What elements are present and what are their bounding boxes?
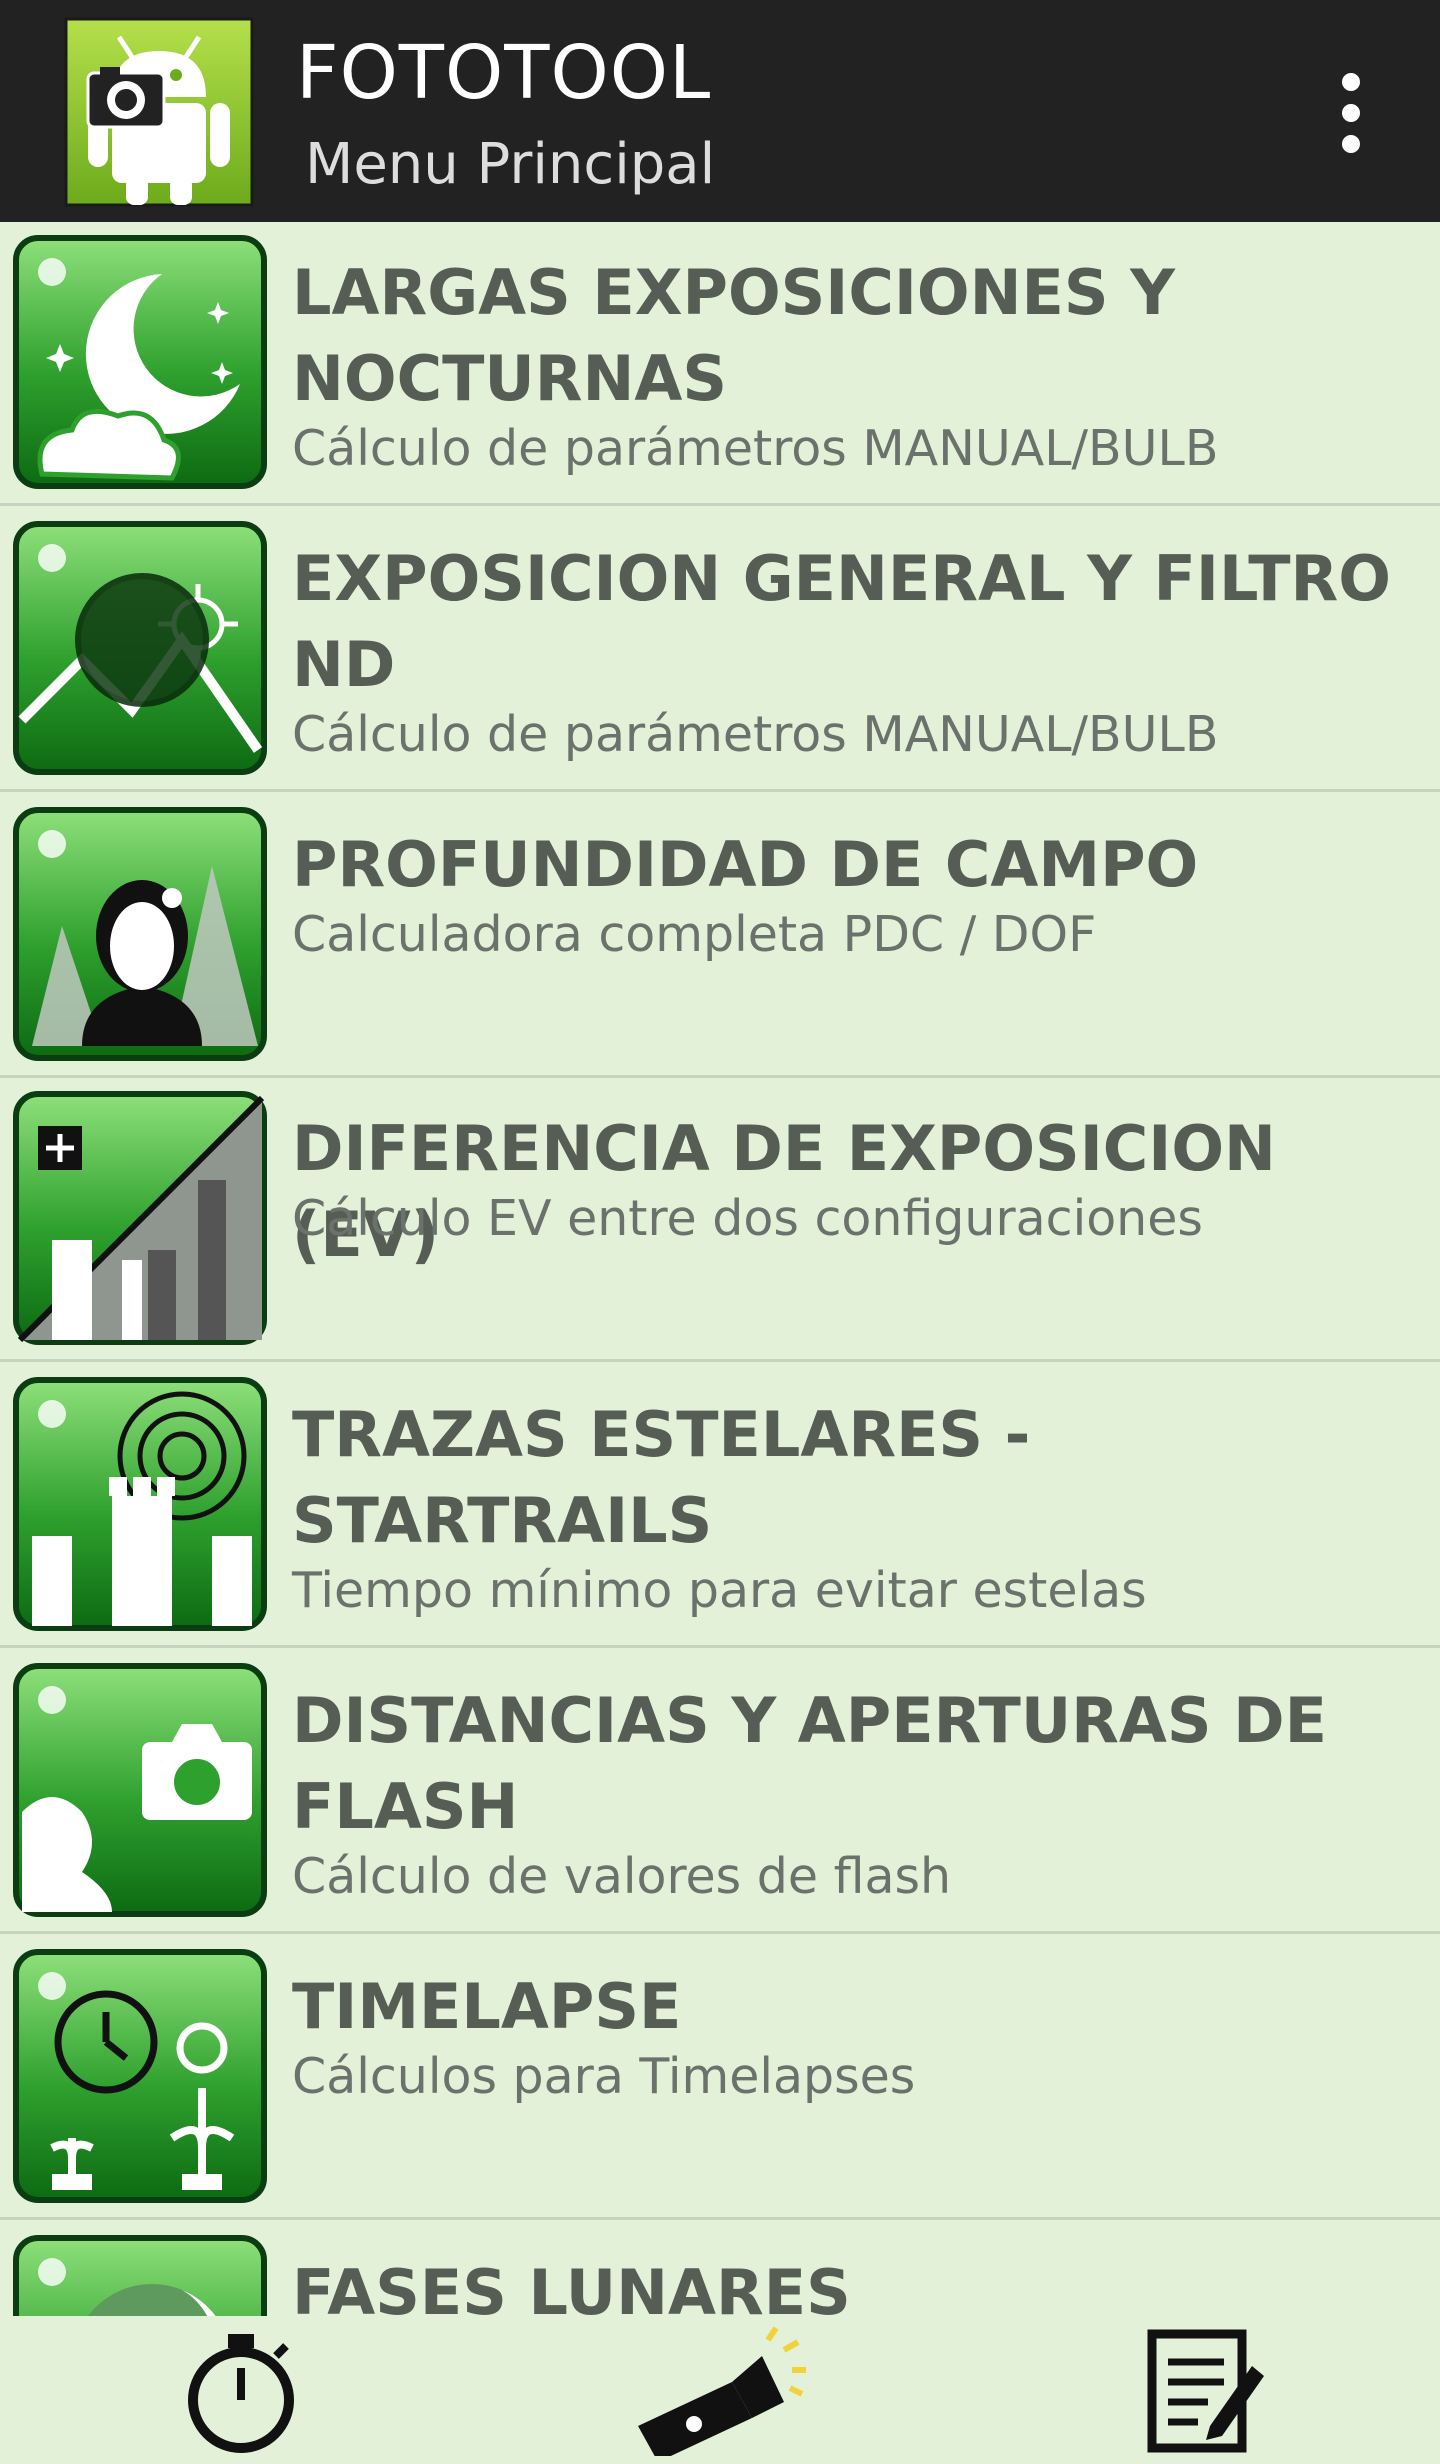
menu-item-title: PROFUNDIDAD DE CAMPO <box>292 828 1199 901</box>
menu-item-fases-lunares[interactable]: FASES LUNARES <box>0 2222 1440 2316</box>
menu-item-diferencia-exposicion[interactable]: DIFERENCIA DE EXPOSICION (EV) Cálculo EV… <box>0 1078 1440 1362</box>
menu-item-profundidad-campo[interactable]: PROFUNDIDAD DE CAMPO Calculadora complet… <box>0 794 1440 1078</box>
menu-item-subtitle: Cálculo de parámetros MANUAL/BULB <box>292 706 1219 763</box>
notes-icon[interactable] <box>1140 2326 1270 2456</box>
app-subtitle: Menu Principal <box>305 132 716 197</box>
menu-item-subtitle: Tiempo mínimo para evitar estelas <box>292 1562 1147 1619</box>
menu-item-largas-exposiciones[interactable]: LARGAS EXPOSICIONES Y NOCTURNAS Cálculo … <box>0 222 1440 506</box>
moon-phases-icon <box>13 2235 267 2316</box>
android-camera-icon[interactable] <box>64 17 254 207</box>
menu-list: LARGAS EXPOSICIONES Y NOCTURNAS Cálculo … <box>0 222 1440 2316</box>
menu-item-timelapse[interactable]: TIMELAPSE Cálculos para Timelapses <box>0 1936 1440 2220</box>
flashlight-icon[interactable] <box>632 2326 808 2456</box>
nd-filter-icon <box>13 521 267 775</box>
moon-night-icon <box>13 235 267 489</box>
menu-item-exposicion-general[interactable]: EXPOSICION GENERAL Y FILTRO ND Cálculo d… <box>0 508 1440 792</box>
menu-item-flash[interactable]: DISTANCIAS Y APERTURAS DE FLASH Cálculo … <box>0 1650 1440 1934</box>
star-trails-icon <box>13 1377 267 1631</box>
menu-item-title: LARGAS EXPOSICIONES Y NOCTURNAS <box>292 256 1176 415</box>
menu-item-title: EXPOSICION GENERAL Y FILTRO ND <box>292 542 1391 701</box>
menu-item-title: TIMELAPSE <box>292 1970 682 2043</box>
menu-item-title: DISTANCIAS Y APERTURAS DE FLASH <box>292 1684 1327 1843</box>
menu-item-title: TRAZAS ESTELARES - STARTRAILS <box>292 1398 1031 1557</box>
menu-item-trazas-estelares[interactable]: TRAZAS ESTELARES - STARTRAILS Tiempo mín… <box>0 1364 1440 1648</box>
app-bar: FOTOTOOL Menu Principal <box>0 0 1440 222</box>
menu-item-subtitle: Cálculo de valores de flash <box>292 1848 952 1905</box>
exposure-difference-icon <box>13 1091 267 1345</box>
overflow-menu-icon[interactable] <box>1320 70 1382 156</box>
flash-icon <box>13 1663 267 1917</box>
timelapse-icon <box>13 1949 267 2203</box>
menu-item-subtitle: Calculadora completa PDC / DOF <box>292 906 1097 963</box>
app-title: FOTOTOOL <box>296 30 712 116</box>
menu-item-subtitle: Cálculos para Timelapses <box>292 2048 916 2105</box>
menu-item-subtitle: Cálculo de parámetros MANUAL/BULB <box>292 420 1219 477</box>
depth-of-field-icon <box>13 807 267 1061</box>
menu-item-subtitle: Cálculo EV entre dos configuraciones <box>292 1190 1203 1247</box>
menu-item-title: FASES LUNARES <box>292 2256 851 2316</box>
bottom-toolbar <box>0 2316 1440 2464</box>
stopwatch-icon[interactable] <box>176 2326 306 2456</box>
